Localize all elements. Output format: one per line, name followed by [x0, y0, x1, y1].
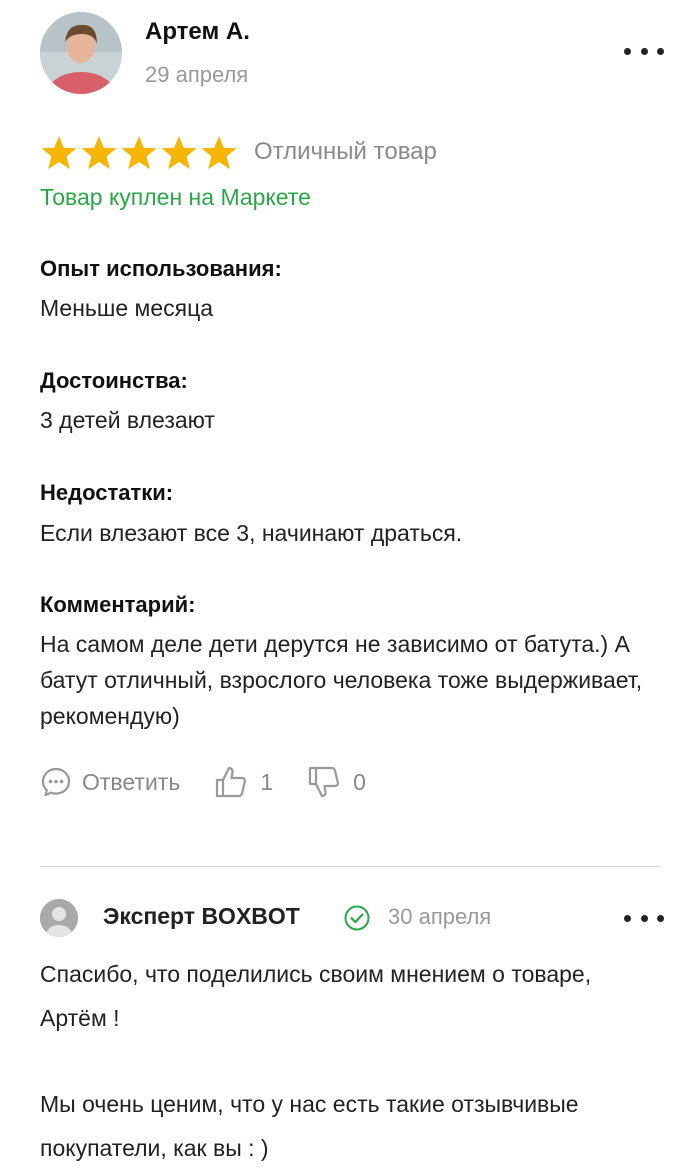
star-icon — [161, 135, 197, 170]
expert-avatar[interactable] — [40, 899, 78, 937]
like-count: 1 — [260, 768, 274, 795]
section-text-comment: На самом деле дети дерутся не зависимо о… — [40, 631, 643, 729]
section-title-cons: Недостатки: — [40, 480, 174, 505]
thumbs-up-icon — [216, 766, 247, 798]
section-text-cons: Если влезают все 3, начинают драться. — [40, 520, 463, 546]
thumbs-down-icon — [309, 766, 340, 798]
star-icon — [81, 135, 117, 170]
star-icon — [41, 135, 77, 170]
divider — [40, 866, 661, 867]
dislike-count: 0 — [353, 768, 366, 795]
more-icon[interactable] — [624, 44, 664, 58]
purchased-badge: Товар куплен на Маркете — [40, 184, 311, 210]
verified-check-icon — [344, 905, 370, 931]
answer-date: 30 апреля — [388, 904, 492, 929]
reply-label: Ответить — [82, 768, 181, 795]
star-icon — [201, 135, 237, 170]
section-title-experience: Опыт использования: — [40, 256, 282, 281]
comment-icon — [41, 767, 71, 797]
dislike-button[interactable]: 0 — [307, 765, 366, 799]
review-date: 29 апреля — [145, 62, 249, 87]
expert-name[interactable]: Эксперт BOXBOT — [103, 903, 300, 930]
author-avatar[interactable] — [40, 12, 122, 94]
answer-text-1: Спасибо, что поделились своим мнением о … — [40, 961, 592, 1031]
review-actions: Ответить 1 0 — [40, 765, 366, 799]
review-author-name[interactable]: Артем А. — [145, 18, 250, 46]
section-text-experience: Меньше месяца — [40, 295, 214, 321]
section-text-pros: 3 детей влезают — [40, 407, 215, 433]
rating-stars — [40, 135, 238, 171]
reply-button[interactable]: Ответить — [40, 766, 180, 798]
star-icon — [121, 135, 157, 170]
more-icon[interactable] — [624, 911, 664, 925]
answer-text-2: Мы очень ценим, что у нас есть такие отз… — [40, 1091, 579, 1161]
section-title-comment: Комментарий: — [40, 592, 196, 617]
section-title-pros: Достоинства: — [40, 368, 188, 393]
like-button[interactable]: 1 — [214, 765, 273, 799]
rating-text: Отличный товар — [254, 138, 437, 165]
